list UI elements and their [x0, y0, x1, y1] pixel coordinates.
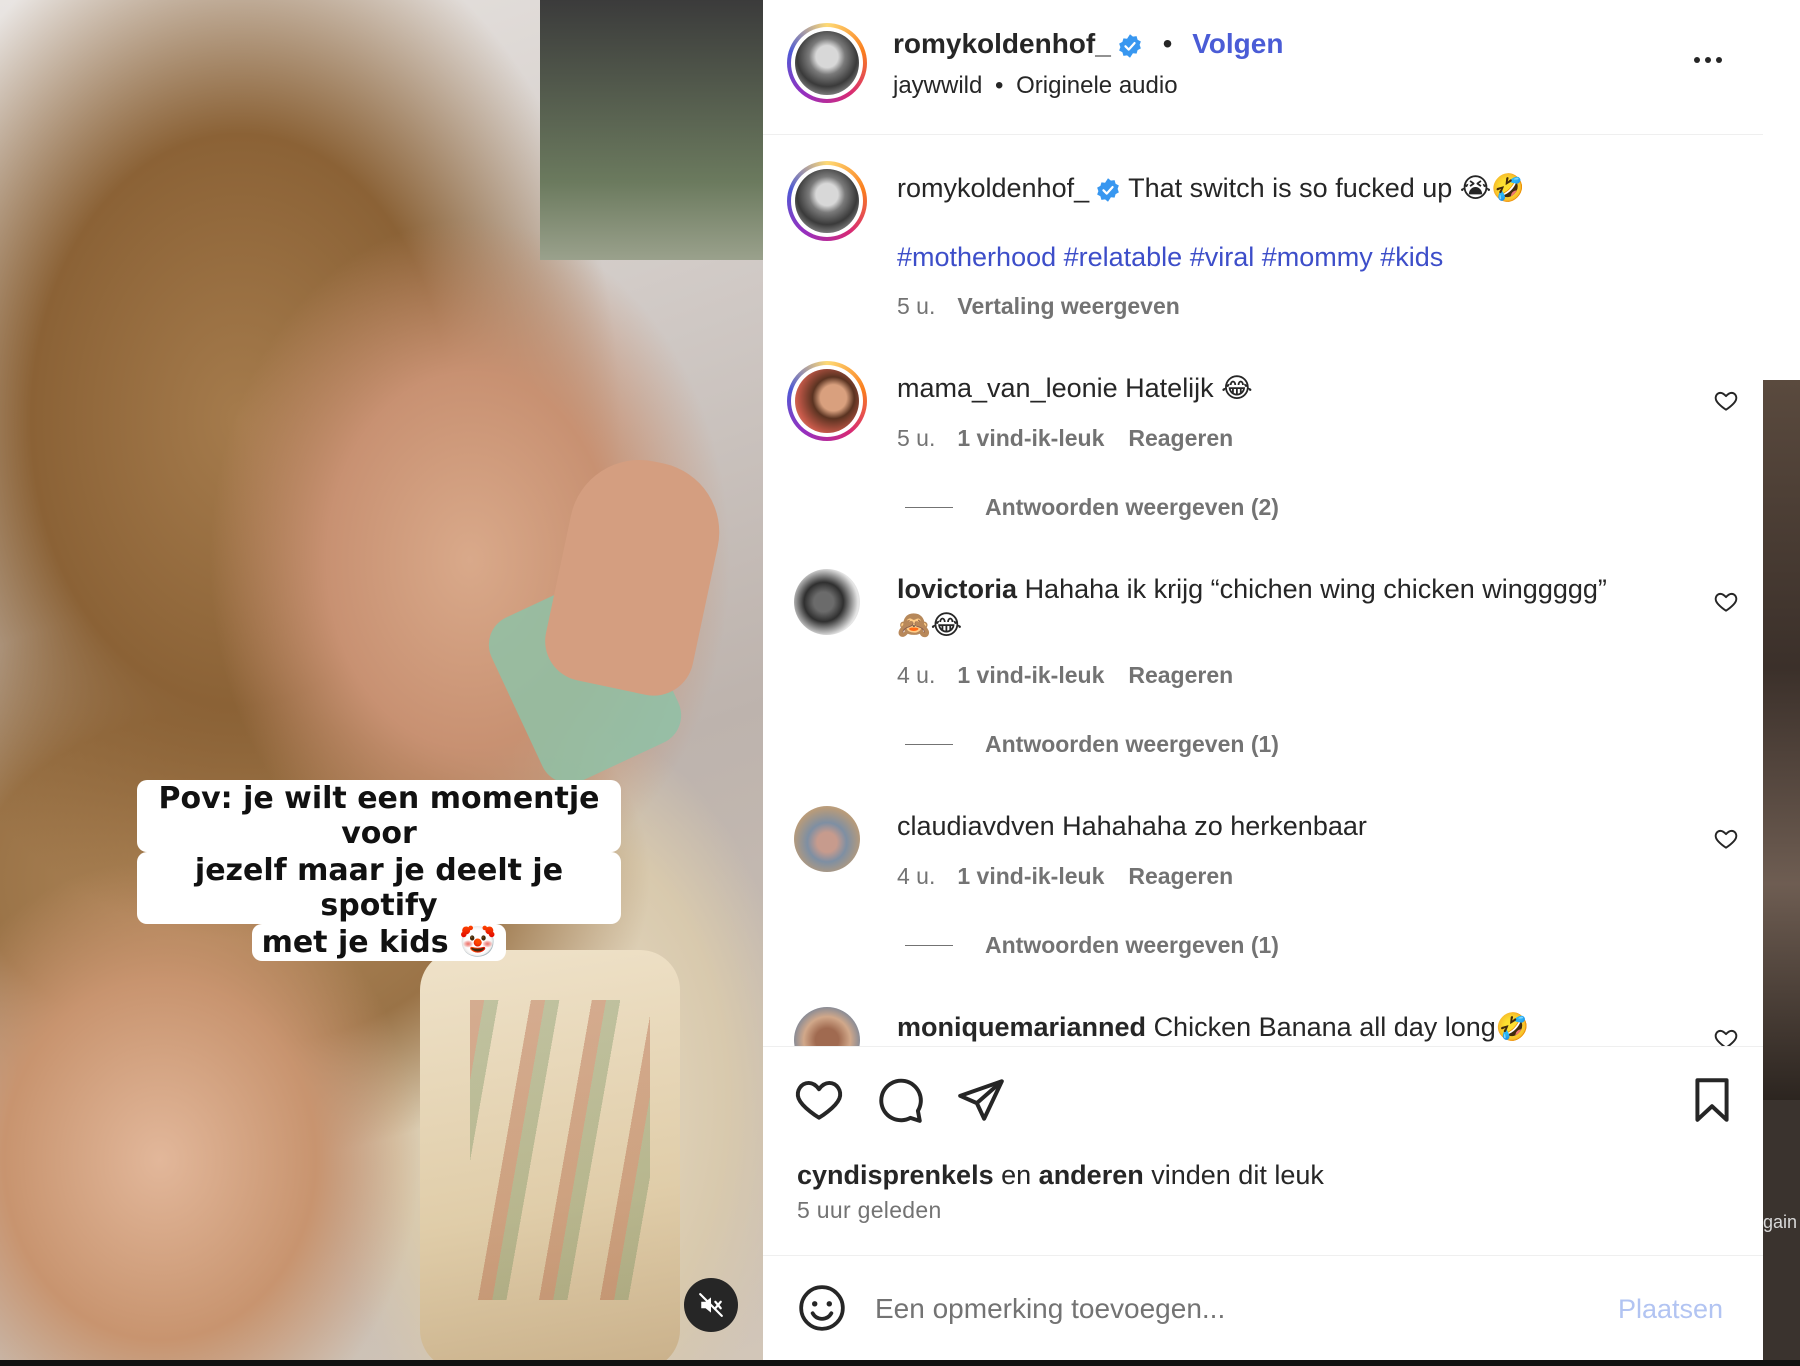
like-heart-icon[interactable] [794, 1075, 844, 1125]
view-replies-button[interactable]: Antwoorden weergeven (1) [905, 731, 1279, 758]
comment-bubble-icon[interactable] [875, 1075, 925, 1125]
audio-line: jaywwild • Originele audio [893, 72, 1178, 100]
caption-text: That switch is so fucked up 😭🤣 [1128, 173, 1525, 203]
caption-meta: 5 u. Vertaling weergeven [897, 293, 1180, 320]
more-dot-icon [1694, 57, 1700, 63]
comment-avatar[interactable] [794, 1007, 860, 1046]
comment-username[interactable]: moniquemarianned [897, 1012, 1146, 1042]
mute-button[interactable] [684, 1278, 738, 1332]
liked-by-suffix: vinden dit leuk [1151, 1160, 1324, 1190]
comment-username[interactable]: mama_van_leonie [897, 373, 1118, 403]
view-replies-button[interactable]: Antwoorden weergeven (1) [905, 932, 1279, 959]
comment-text-line: lovictoria Hahaha ik krijg “chichen wing… [897, 571, 1607, 607]
video-caption-overlay: Pov: je wilt een momentje voor jezelf ma… [137, 780, 621, 961]
comments-list[interactable]: romykoldenhof_ That switch is so fucked … [763, 136, 1763, 1046]
post-header: romykoldenhof_ • Volgen jaywwild • Origi… [763, 0, 1763, 135]
comment-meta: 4 u. 1 vind-ik-leuk Reageren [897, 863, 1233, 890]
more-dot-icon [1705, 57, 1711, 63]
caption-time: 5 u. [897, 293, 936, 319]
muted-speaker-icon [699, 1293, 723, 1317]
view-replies-label: Antwoorden weergeven (2) [985, 494, 1279, 520]
author-avatar[interactable] [787, 23, 867, 103]
background-bottom-strip [0, 1360, 1800, 1366]
comment-time: 4 u. [897, 662, 936, 688]
post-comment-button[interactable]: Plaatsen [1618, 1294, 1723, 1325]
liked-by-conjunction: en [1001, 1160, 1032, 1190]
comment-time: 4 u. [897, 863, 936, 889]
reel-video[interactable]: Pov: je wilt een momentje voor jezelf ma… [0, 0, 763, 1360]
background-image [1763, 380, 1800, 1100]
comment-text: Hahahaha zo herkenbaar [1062, 811, 1367, 841]
comment-avatar[interactable] [787, 361, 867, 441]
reply-button[interactable]: Reageren [1128, 863, 1233, 889]
verified-badge-icon [1097, 178, 1119, 202]
comment-likes[interactable]: 1 vind-ik-leuk [957, 863, 1104, 889]
reply-button[interactable]: Reageren [1128, 425, 1233, 451]
comment-meta: 5 u. 1 vind-ik-leuk Reageren [897, 425, 1233, 452]
comment-input[interactable] [875, 1284, 1575, 1334]
view-replies-label: Antwoorden weergeven (1) [985, 932, 1279, 958]
reply-button[interactable]: Reageren [1128, 662, 1233, 688]
view-replies-button[interactable]: Antwoorden weergeven (2) [905, 494, 1279, 521]
post-caption: romykoldenhof_ That switch is so fucked … [897, 170, 1525, 206]
comment-username[interactable]: lovictoria [897, 574, 1017, 604]
background-feed: gain [1763, 0, 1800, 1366]
author-username[interactable]: romykoldenhof_ [893, 28, 1111, 59]
follow-button[interactable]: Volgen [1192, 28, 1283, 59]
share-send-icon[interactable] [956, 1075, 1006, 1125]
comment-avatar[interactable] [794, 806, 860, 872]
more-dot-icon [1716, 57, 1722, 63]
video-window [540, 0, 763, 260]
comment-avatar[interactable] [794, 569, 860, 635]
audio-separator: • [995, 72, 1004, 99]
caption-line: jezelf maar je deelt je spotify [137, 852, 621, 924]
reply-line-divider [905, 507, 953, 508]
more-options-button[interactable] [1683, 45, 1733, 75]
like-comment-heart-icon[interactable] [1713, 1026, 1739, 1046]
post-panel: romykoldenhof_ • Volgen jaywwild • Origi… [763, 0, 1763, 1360]
video-shirt-print [470, 1000, 650, 1300]
comment-text-line: claudiavdven Hahahaha zo herkenbaar [897, 808, 1367, 844]
save-bookmark-icon[interactable] [1687, 1075, 1737, 1125]
caption-author-avatar[interactable] [787, 161, 867, 241]
comment-text: Hahaha ik krijg “chichen wing chicken wi… [1024, 574, 1607, 604]
verified-badge-icon [1118, 33, 1141, 58]
like-comment-heart-icon[interactable] [1713, 589, 1739, 615]
liked-by-others-link[interactable]: anderen [1039, 1160, 1144, 1190]
comment-text-line: moniquemarianned Chicken Banana all day … [897, 1009, 1529, 1045]
background-panel-bottom [1763, 1100, 1800, 1366]
comment-meta: 4 u. 1 vind-ik-leuk Reageren [897, 662, 1233, 689]
caption-username[interactable]: romykoldenhof_ [897, 173, 1089, 203]
comment-time: 5 u. [897, 425, 936, 451]
caption-hashtags[interactable]: #motherhood #relatable #viral #mommy #ki… [897, 242, 1443, 273]
likes-summary: cyndisprenkels en anderen vinden dit leu… [797, 1160, 1324, 1191]
header-separator: • [1162, 28, 1173, 59]
comment-likes[interactable]: 1 vind-ik-leuk [957, 425, 1104, 451]
video-hand [537, 446, 733, 704]
liked-by-user-link[interactable]: cyndisprenkels [797, 1160, 994, 1190]
reply-line-divider [905, 945, 953, 946]
background-partial-text: gain [1763, 1212, 1798, 1232]
header-user-line: romykoldenhof_ • Volgen [893, 28, 1283, 60]
view-replies-label: Antwoorden weergeven (1) [985, 731, 1279, 757]
comment-username[interactable]: claudiavdven [897, 811, 1055, 841]
comment-text: Chicken Banana all day long🤣 [1153, 1012, 1530, 1042]
comment-likes[interactable]: 1 vind-ik-leuk [957, 662, 1104, 688]
caption-line: met je kids 🤡 [251, 924, 507, 961]
like-comment-heart-icon[interactable] [1713, 388, 1739, 414]
post-timestamp[interactable]: 5 uur geleden [797, 1197, 942, 1224]
comment-text: Hatelijk 😂 [1125, 373, 1253, 403]
comment-text-continuation: 🙈😂 [897, 610, 963, 640]
reply-line-divider [905, 744, 953, 745]
comment-text-line: mama_van_leonie Hatelijk 😂 [897, 370, 1253, 406]
background-panel-top [1763, 0, 1800, 380]
post-actions: cyndisprenkels en anderen vinden dit leu… [763, 1046, 1763, 1256]
translate-link[interactable]: Vertaling weergeven [957, 293, 1179, 319]
caption-line: Pov: je wilt een momentje voor [137, 780, 621, 852]
like-comment-heart-icon[interactable] [1713, 826, 1739, 852]
comment-composer: Plaatsen [763, 1255, 1763, 1360]
audio-artist-link[interactable]: jaywwild [893, 72, 982, 99]
emoji-picker-icon[interactable] [797, 1283, 847, 1333]
audio-link[interactable]: Originele audio [1016, 72, 1177, 99]
